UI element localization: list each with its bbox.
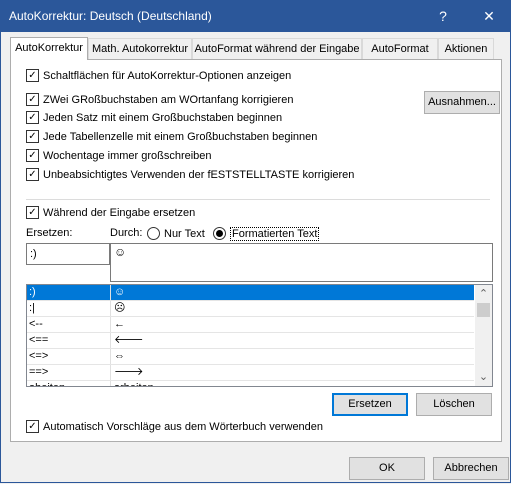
with-label: Durch: (110, 227, 143, 239)
entry-from: :) (29, 286, 36, 298)
close-button[interactable]: ✕ (466, 0, 511, 32)
column-separator (110, 333, 111, 348)
entry-to: ☺ (114, 286, 126, 298)
entry-from: <-- (29, 318, 43, 330)
column-separator (110, 381, 111, 386)
entry-from: <=> (29, 350, 49, 362)
check-icon: ✓ (26, 168, 39, 181)
column-separator (110, 349, 111, 364)
radio-circle-icon (147, 227, 160, 240)
replace-input-value: :) (30, 248, 37, 260)
suggestions-label: Automatisch Vorschläge aus dem Wörterbuc… (43, 421, 324, 433)
radio-plain-label: Nur Text (164, 228, 205, 240)
entry-to: ← (114, 318, 125, 330)
column-separator (110, 301, 111, 316)
list-item[interactable]: :| ☹ (27, 301, 474, 317)
check-icon: ✓ (26, 69, 39, 82)
weekdays-label: Wochentage immer großschreiben (43, 150, 212, 162)
list-item[interactable]: abeiten arbeiten (27, 381, 474, 386)
entry-from: abeiten (29, 381, 109, 386)
window-title: AutoKorrektur: Deutsch (Deutschland) (9, 9, 212, 23)
list-item[interactable]: <=> ⇔ (27, 349, 474, 365)
replace-while-typing-label: Während der Eingabe ersetzen (43, 207, 196, 219)
entry-from: ==> (29, 366, 49, 378)
caps-lock-label: Unbeabsichtigtes Verwenden der fESTSTELL… (43, 169, 355, 181)
replace-button[interactable]: Ersetzen (332, 393, 408, 416)
title-bar: AutoKorrektur: Deutsch (Deutschland) ? ✕ (0, 0, 511, 32)
check-icon: ✓ (26, 111, 39, 124)
entry-from: <== (29, 334, 49, 346)
with-input[interactable]: ☺ (110, 243, 493, 282)
vertical-scrollbar[interactable]: ⌃ ⌄ (475, 285, 492, 386)
show-buttons-label: Schaltflächen für AutoKorrektur-Optionen… (43, 70, 292, 82)
list-item[interactable]: ==> 🡒 (27, 365, 474, 381)
entry-to: ⇔ (114, 350, 125, 362)
column-separator (110, 317, 111, 332)
scroll-down-icon[interactable]: ⌄ (475, 370, 492, 386)
delete-button[interactable]: Löschen (416, 393, 492, 416)
replacement-list[interactable]: :) ☺ :| ☹ <-- ← <== 🡐 <=> ⇔ ==> 🡒 abeite… (26, 284, 493, 387)
check-icon: ✓ (26, 130, 39, 143)
scroll-up-icon[interactable]: ⌃ (475, 285, 492, 301)
check-icon: ✓ (26, 93, 39, 106)
group-divider (26, 199, 490, 200)
tab-aktionen[interactable]: Aktionen (438, 38, 494, 59)
entry-to: 🡐 (114, 334, 144, 346)
entry-to: 🡒 (114, 366, 144, 378)
scroll-thumb[interactable] (477, 303, 490, 317)
check-icon: ✓ (26, 420, 39, 433)
column-separator (110, 285, 111, 300)
tab-autoformat[interactable]: AutoFormat (362, 38, 438, 59)
check-icon: ✓ (26, 149, 39, 162)
tab-autoformat-eingabe[interactable]: AutoFormat während der Eingabe (192, 38, 362, 59)
entry-from: :| (29, 302, 35, 314)
check-icon: ✓ (26, 206, 39, 219)
list-item[interactable]: <-- ← (27, 317, 474, 333)
cancel-button[interactable]: Abbrechen (433, 457, 509, 480)
entry-to: ☹ (114, 302, 126, 314)
sentence-label: Jeden Satz mit einem Großbuchstaben begi… (43, 112, 283, 124)
table-cell-label: Jede Tabellenzelle mit einem Großbuchsta… (43, 131, 318, 143)
exceptions-button[interactable]: Ausnahmen... (424, 91, 500, 114)
column-separator (110, 365, 111, 380)
radio-selected-icon (213, 227, 226, 240)
entry-to: arbeiten (114, 381, 454, 386)
help-button[interactable]: ? (420, 0, 466, 32)
replace-input[interactable]: :) (26, 243, 110, 265)
list-item[interactable]: :) ☺ (27, 285, 474, 301)
radio-formatted-label: Formatierten Text (230, 227, 320, 241)
list-item[interactable]: <== 🡐 (27, 333, 474, 349)
tab-math-autokorrektur[interactable]: Math. Autokorrektur (88, 38, 192, 59)
with-input-value: ☺ (114, 245, 127, 259)
replace-label: Ersetzen: (26, 227, 73, 239)
two-caps-label: ZWei GRoßbuchstaben am WOrtanfang korrig… (43, 94, 294, 106)
ok-button[interactable]: OK (349, 457, 425, 480)
tab-autokorrektur[interactable]: AutoKorrektur (10, 37, 88, 60)
